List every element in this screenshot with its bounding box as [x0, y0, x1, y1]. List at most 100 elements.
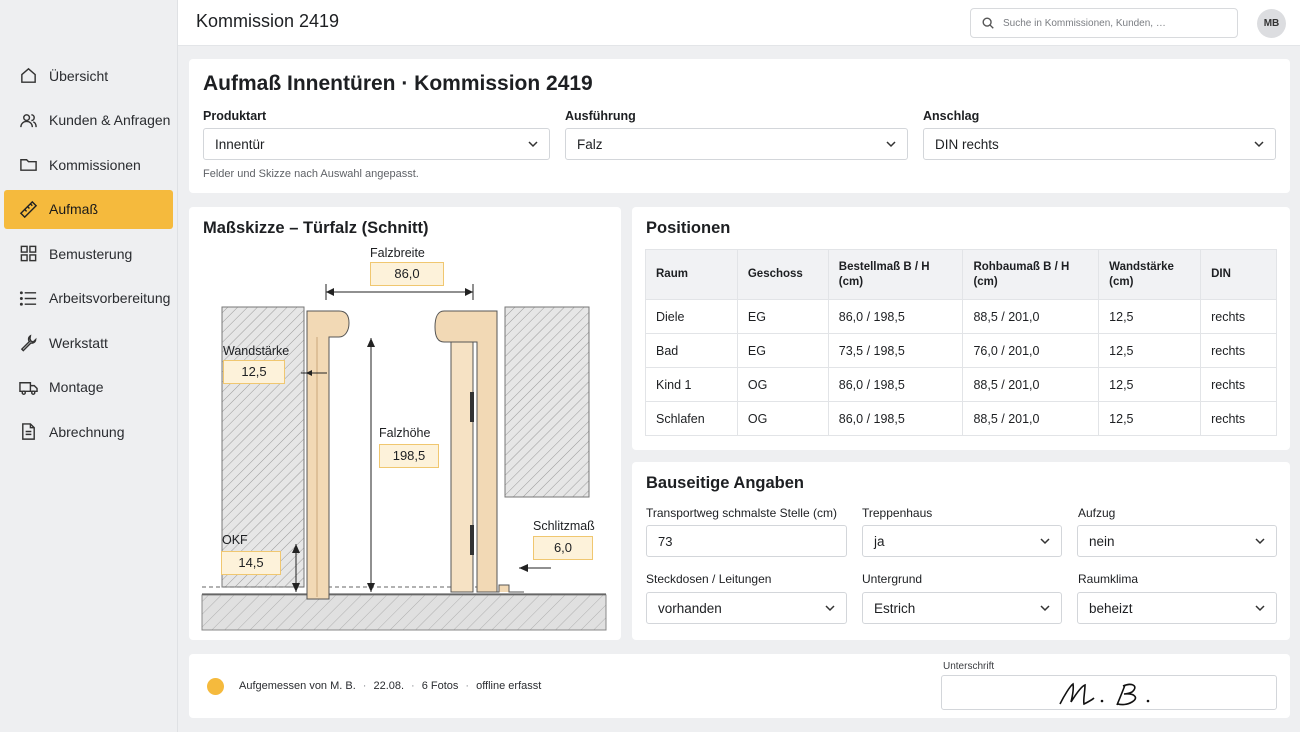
bauseitig-card: Bauseitige Angaben Transportweg schmalst…: [632, 462, 1290, 640]
search-box[interactable]: [970, 8, 1238, 38]
untergrund-select[interactable]: Estrich: [862, 592, 1062, 624]
treppenhaus-label: Treppenhaus: [862, 506, 933, 520]
column-header[interactable]: Bestellmaß B / H (cm): [827, 249, 964, 300]
wandstaerke-value[interactable]: 12,5: [223, 360, 285, 384]
aufzug-value: nein: [1089, 533, 1115, 549]
sidebar-item-label: Kunden & Anfragen: [49, 112, 171, 128]
anschlag-value: DIN rechts: [935, 136, 999, 152]
measurement-info: Aufgemessen von M. B. · 22.08. · 6 Fotos…: [239, 680, 541, 692]
chevron-down-icon: [1040, 538, 1050, 545]
cell: 12,5: [1098, 299, 1202, 334]
sidebar-item-arbeitsvorbereitung[interactable]: Arbeitsvorbereitung: [4, 279, 173, 318]
positions-title: Positionen: [646, 219, 731, 237]
schlitzmass-value[interactable]: 6,0: [533, 536, 593, 560]
cell: rechts: [1200, 299, 1277, 334]
users-icon: [18, 110, 38, 130]
measured-date: 22.08.: [373, 680, 405, 692]
cell: 76,0 / 201,0: [962, 333, 1100, 368]
cell: 12,5: [1098, 401, 1202, 436]
produktart-value: Innentür: [215, 136, 265, 152]
separator: ·: [362, 680, 367, 692]
document-icon: [18, 422, 38, 442]
cell: OG: [736, 367, 829, 402]
sidebar-item-montage[interactable]: Montage: [4, 368, 173, 407]
floor: [201, 594, 607, 631]
hint-text: Felder und Skizze nach Auswahl angepasst…: [203, 168, 419, 180]
table-header-row: Raum Geschoss Bestellmaß B / H (cm) Rohb…: [645, 249, 1277, 300]
table-row[interactable]: Kind 1 OG 86,0 / 198,5 88,5 / 201,0 12,5…: [645, 367, 1277, 402]
sketch-card: Maßskizze – Türfalz (Schnitt) Falzbreite…: [189, 207, 621, 640]
cell: 88,5 / 201,0: [962, 299, 1100, 334]
photo-count[interactable]: 6 Fotos: [422, 680, 459, 692]
left-frame: [306, 310, 350, 600]
chevron-down-icon: [1255, 605, 1265, 612]
steckdosen-select[interactable]: vorhanden: [646, 592, 847, 624]
falzhoehe-label: Falzhöhe: [379, 426, 431, 440]
cell: 86,0 / 198,5: [827, 401, 964, 436]
chevron-down-icon: [825, 605, 835, 612]
avatar[interactable]: MB: [1257, 9, 1286, 38]
cell: 73,5 / 198,5: [827, 333, 964, 368]
sidebar-item-kunden[interactable]: Kunden & Anfragen: [4, 101, 173, 140]
sidebar-item-abrechnung[interactable]: Abrechnung: [4, 412, 173, 451]
falzbreite-label: Falzbreite: [370, 246, 425, 260]
ruler-icon: [18, 199, 38, 219]
falzbreite-value[interactable]: 86,0: [370, 262, 444, 286]
search-input[interactable]: [1003, 17, 1223, 29]
product-card: Aufmaß Innentüren · Kommission 2419 Prod…: [189, 59, 1290, 193]
ausfuehrung-select[interactable]: Falz: [565, 128, 908, 160]
search-icon: [982, 17, 994, 29]
cell: 12,5: [1098, 367, 1202, 402]
cell: 12,5: [1098, 333, 1202, 368]
bauseitig-title: Bauseitige Angaben: [646, 474, 804, 492]
chevron-down-icon: [886, 141, 896, 148]
page-title: Aufmaß Innentüren · Kommission 2419: [203, 72, 593, 95]
cell: Kind 1: [645, 367, 738, 402]
signature-field[interactable]: [941, 675, 1277, 710]
sidebar-item-aufmass[interactable]: Aufmaß: [4, 189, 173, 229]
transportweg-input[interactable]: 73: [646, 525, 847, 557]
produktart-select[interactable]: Innentür: [203, 128, 550, 160]
cell: rechts: [1200, 401, 1277, 436]
column-header[interactable]: Raum: [645, 249, 738, 300]
chevron-down-icon: [1040, 605, 1050, 612]
column-header[interactable]: DIN: [1200, 249, 1277, 300]
anschlag-select[interactable]: DIN rechts: [923, 128, 1276, 160]
table-row[interactable]: Schlafen OG 86,0 / 198,5 88,5 / 201,0 12…: [645, 401, 1277, 436]
separator: ·: [465, 680, 470, 692]
signature-label: Unterschrift: [943, 661, 995, 672]
chevron-down-icon: [1254, 141, 1264, 148]
schlitzmass-label: Schlitzmaß: [533, 519, 595, 533]
raumklima-select[interactable]: beheizt: [1077, 592, 1277, 624]
treppenhaus-select[interactable]: ja: [862, 525, 1062, 557]
footer-card: Aufgemessen von M. B. · 22.08. · 6 Fotos…: [189, 654, 1290, 718]
column-header[interactable]: Rohbaumaß B / H (cm): [962, 249, 1100, 300]
sidebar-item-label: Kommissionen: [49, 156, 141, 173]
table-row[interactable]: Diele EG 86,0 / 198,5 88,5 / 201,0 12,5 …: [645, 299, 1277, 334]
home-icon: [18, 66, 38, 86]
column-header[interactable]: Wandstärke (cm): [1098, 249, 1202, 300]
sidebar-item-uebersicht[interactable]: Übersicht: [4, 56, 173, 95]
cell: 88,5 / 201,0: [962, 367, 1100, 402]
ausfuehrung-label: Ausführung: [565, 109, 636, 123]
column-header[interactable]: Geschoss: [736, 249, 829, 300]
cell: Schlafen: [645, 401, 738, 436]
truck-icon: [18, 377, 38, 397]
grid-icon: [18, 244, 38, 264]
anschlag-label: Anschlag: [923, 109, 980, 123]
table-row[interactable]: Bad EG 73,5 / 198,5 76,0 / 201,0 12,5 re…: [645, 333, 1277, 368]
raumklima-value: beheizt: [1089, 600, 1133, 616]
aufzug-select[interactable]: nein: [1077, 525, 1277, 557]
falzhoehe-value[interactable]: 198,5: [379, 444, 439, 468]
sidebar-item-bemusterung[interactable]: Bemusterung: [4, 234, 173, 273]
list-icon: [18, 288, 38, 308]
steckdosen-label: Steckdosen / Leitungen: [646, 572, 772, 586]
sidebar-item-kommissionen[interactable]: Kommissionen: [4, 145, 173, 184]
wrench-icon: [18, 333, 38, 353]
okf-value[interactable]: 14,5: [221, 551, 281, 575]
sidebar-item-label: Abrechnung: [49, 423, 125, 440]
aufzug-label: Aufzug: [1078, 506, 1116, 520]
cell: Bad: [645, 333, 738, 368]
cell: rechts: [1200, 367, 1277, 402]
sidebar-item-werkstatt[interactable]: Werkstatt: [4, 323, 173, 362]
